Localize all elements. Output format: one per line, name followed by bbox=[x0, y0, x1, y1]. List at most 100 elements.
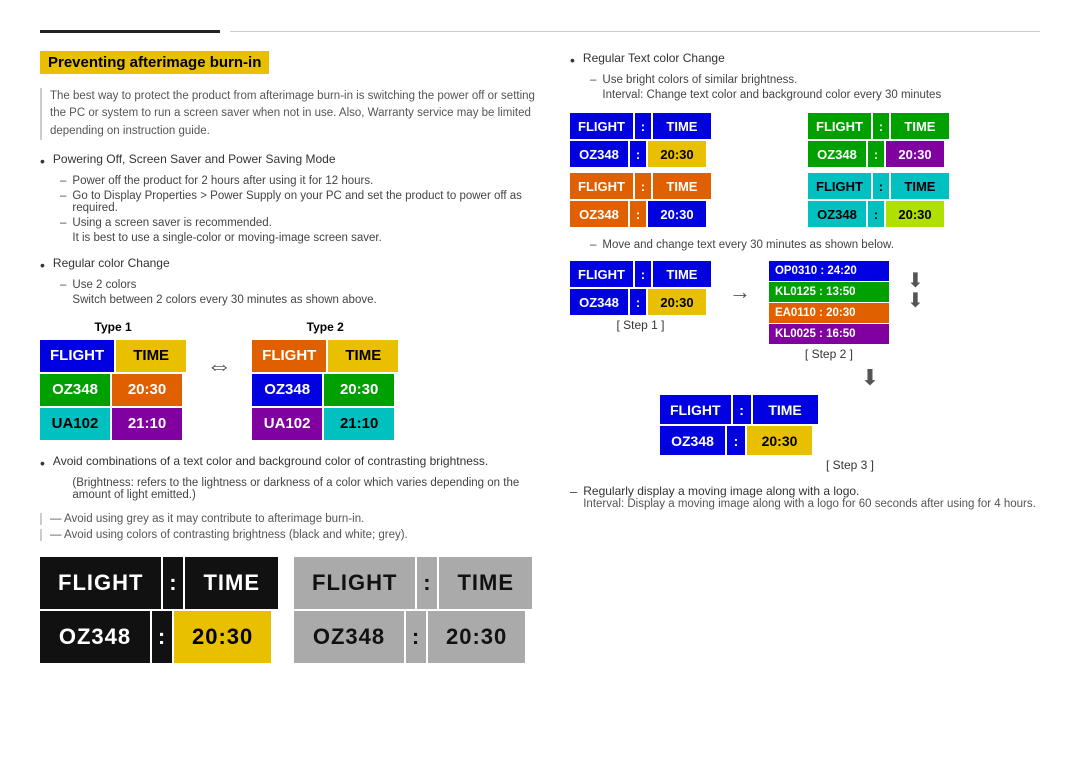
step2-s1: OP0310 : 24:20 bbox=[769, 261, 889, 281]
avoid-section: • Avoid combinations of a text color and… bbox=[40, 454, 540, 501]
mb3-r1c2: : bbox=[635, 173, 651, 199]
lg-row1: FLIGHT : TIME bbox=[40, 557, 278, 609]
mb3-r2c1: OZ348 bbox=[570, 201, 628, 227]
avoid-bullet-dot: • bbox=[40, 455, 45, 471]
mb2-r1: FLIGHT : TIME bbox=[808, 113, 1040, 139]
avoid-contrast: — Avoid using colors of contrasting brig… bbox=[40, 529, 540, 541]
bullet-dot-2: • bbox=[40, 257, 45, 273]
type1-r3c2: 21:10 bbox=[112, 408, 182, 440]
right-bullet-1: • Regular Text color Change bbox=[570, 51, 1040, 68]
bullet-section-2: • Regular color Change – Use 2 colors – … bbox=[40, 256, 540, 306]
s3-r1: FLIGHT : TIME bbox=[660, 395, 1040, 424]
type1-row1: FLIGHT TIME bbox=[40, 340, 186, 372]
right-bullet-dot: • bbox=[570, 52, 575, 68]
sub-item-2: – Go to Display Properties > Power Suppl… bbox=[40, 190, 540, 214]
mb2-r2c3: 20:30 bbox=[886, 141, 944, 167]
right-bullet-text: Regular Text color Change bbox=[583, 51, 725, 65]
mb2-r1c3: TIME bbox=[891, 113, 949, 139]
step2-label: [ Step 2 ] bbox=[769, 347, 889, 361]
step3-board: FLIGHT : TIME OZ348 : 20:30 bbox=[660, 395, 1040, 455]
sub-item-3: – Using a screen saver is recommended. bbox=[40, 217, 540, 229]
types-row: Type 1 FLIGHT TIME OZ348 20:30 UA102 21: bbox=[40, 320, 540, 440]
mb1-r2: OZ348 : 20:30 bbox=[570, 141, 802, 167]
down-arrow-2: ⬇ bbox=[907, 291, 924, 311]
lg-r1c2: : bbox=[163, 557, 183, 609]
large-board-left: FLIGHT : TIME OZ348 : 20:30 bbox=[40, 557, 278, 663]
type2-block: Type 2 FLIGHT TIME OZ348 20:30 UA102 21: bbox=[252, 320, 398, 440]
mb2-r2c2: : bbox=[868, 141, 884, 167]
lgr-r2c3: 20:30 bbox=[428, 611, 525, 663]
mb4-r2c3: 20:30 bbox=[886, 201, 944, 227]
top-line-dark bbox=[40, 30, 220, 33]
type2-label: Type 2 bbox=[307, 320, 344, 334]
bullet-dot: • bbox=[40, 153, 45, 169]
lgr-r2c1: OZ348 bbox=[294, 611, 404, 663]
mb4-r1c1: FLIGHT bbox=[808, 173, 871, 199]
mini-board-3: FLIGHT : TIME OZ348 : 20:30 bbox=[570, 173, 802, 227]
type1-r1c1: FLIGHT bbox=[40, 340, 114, 372]
mb1-r1: FLIGHT : TIME bbox=[570, 113, 802, 139]
sub-item-1: – Power off the product for 2 hours afte… bbox=[40, 175, 540, 187]
type2-r2c1: OZ348 bbox=[252, 374, 322, 406]
type2-row1: FLIGHT TIME bbox=[252, 340, 398, 372]
sub-text-3: Using a screen saver is recommended. bbox=[72, 217, 271, 229]
avoid-sub: – (Brightness: refers to the lightness o… bbox=[40, 477, 540, 501]
section-title: Preventing afterimage burn-in bbox=[40, 51, 269, 74]
lgr-r2c2: : bbox=[406, 611, 426, 663]
mb4-r2c2: : bbox=[868, 201, 884, 227]
type2-r3c2: 21:10 bbox=[324, 408, 394, 440]
s3-r2c1: OZ348 bbox=[660, 426, 725, 455]
mb4-r1c2: : bbox=[873, 173, 889, 199]
mb1-r1c1: FLIGHT bbox=[570, 113, 633, 139]
lgr-r1c3: TIME bbox=[439, 557, 532, 609]
move-text: Move and change text every 30 minutes as… bbox=[602, 239, 894, 251]
mb2-r2c1: OZ348 bbox=[808, 141, 866, 167]
type2-row2: OZ348 20:30 bbox=[252, 374, 398, 406]
sub-text-4: It is best to use a single-color or movi… bbox=[72, 232, 381, 244]
avoid-text-1: (Brightness: refers to the lightness or … bbox=[72, 477, 540, 501]
sub-item-5: – Use 2 colors bbox=[40, 279, 540, 291]
bullet-text-2: Regular color Change bbox=[53, 256, 170, 270]
final-note-sub: Interval: Display a moving image along w… bbox=[583, 498, 1036, 510]
s1-r2: OZ348 : 20:30 bbox=[570, 289, 711, 315]
lgr-row1: FLIGHT : TIME bbox=[294, 557, 532, 609]
lgr-r1c1: FLIGHT bbox=[294, 557, 415, 609]
s1-r2c1: OZ348 bbox=[570, 289, 628, 315]
sub-text-5: Use 2 colors bbox=[72, 279, 136, 291]
step2-s2: KL0125 : 13:50 bbox=[769, 282, 889, 302]
mini-board-4: FLIGHT : TIME OZ348 : 20:30 bbox=[808, 173, 1040, 227]
type1-r3c1: UA102 bbox=[40, 408, 110, 440]
lgr-r1c2: : bbox=[417, 557, 437, 609]
s1-r1c2: : bbox=[635, 261, 651, 287]
step2-block: OP0310 : 24:20 KL0125 : 13:50 EA0110 : 2… bbox=[769, 261, 889, 361]
s1-r1c3: TIME bbox=[653, 261, 711, 287]
type2-row3: UA102 21:10 bbox=[252, 408, 398, 440]
step2-stacked: OP0310 : 24:20 KL0125 : 13:50 EA0110 : 2… bbox=[769, 261, 889, 344]
bullet-item-2: • Regular color Change bbox=[40, 256, 540, 273]
mini-board-2: FLIGHT : TIME OZ348 : 20:30 bbox=[808, 113, 1040, 167]
avoid-grey: — Avoid using grey as it may contribute … bbox=[40, 513, 540, 525]
mb1-r2c1: OZ348 bbox=[570, 141, 628, 167]
step1-label: [ Step 1 ] bbox=[570, 318, 711, 332]
mb3-r2c3: 20:30 bbox=[648, 201, 706, 227]
type2-r2c2: 20:30 bbox=[324, 374, 394, 406]
step1-board: FLIGHT : TIME OZ348 : 20:30 bbox=[570, 261, 711, 315]
mini-board-1: FLIGHT : TIME OZ348 : 20:30 bbox=[570, 113, 802, 167]
mb3-r1c3: TIME bbox=[653, 173, 711, 199]
lg-r2c1: OZ348 bbox=[40, 611, 150, 663]
type2-r3c1: UA102 bbox=[252, 408, 322, 440]
mb4-r2c1: OZ348 bbox=[808, 201, 866, 227]
arrow-to-step3: ⬇ bbox=[700, 365, 1040, 391]
lg-row2: OZ348 : 20:30 bbox=[40, 611, 278, 663]
step2-s4: KL0025 : 16:50 bbox=[769, 324, 889, 344]
bullet-text-1: Powering Off, Screen Saver and Power Sav… bbox=[53, 152, 336, 166]
s3-r2: OZ348 : 20:30 bbox=[660, 426, 1040, 455]
type2-board: FLIGHT TIME OZ348 20:30 UA102 21:10 bbox=[252, 340, 398, 440]
step12-row: FLIGHT : TIME OZ348 : 20:30 [ Step 1 ] bbox=[570, 261, 1040, 361]
left-column: Preventing afterimage burn-in The best w… bbox=[40, 51, 540, 663]
top-line-light bbox=[230, 31, 1040, 32]
lgr-row2: OZ348 : 20:30 bbox=[294, 611, 532, 663]
mb3-r2c2: : bbox=[630, 201, 646, 227]
type1-r2c1: OZ348 bbox=[40, 374, 110, 406]
avoid-item: • Avoid combinations of a text color and… bbox=[40, 454, 540, 471]
